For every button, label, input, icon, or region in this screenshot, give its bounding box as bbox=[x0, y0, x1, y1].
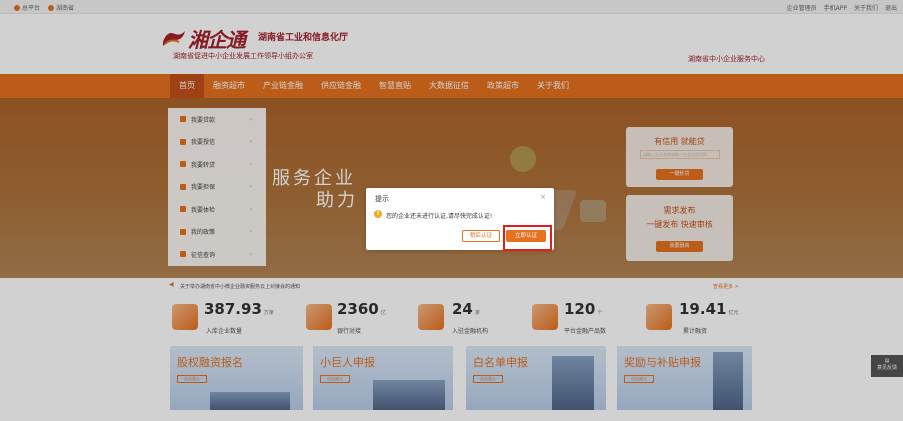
dialog-message: 您的企业还未进行认证,请尽快完成认证! bbox=[386, 213, 493, 220]
dialog-title: 提示 bbox=[375, 195, 389, 203]
certify-later-button[interactable]: 稍后认证 bbox=[462, 230, 500, 242]
warning-icon: ! bbox=[374, 210, 382, 218]
close-icon[interactable]: × bbox=[540, 193, 546, 201]
highlight-box bbox=[503, 225, 552, 251]
